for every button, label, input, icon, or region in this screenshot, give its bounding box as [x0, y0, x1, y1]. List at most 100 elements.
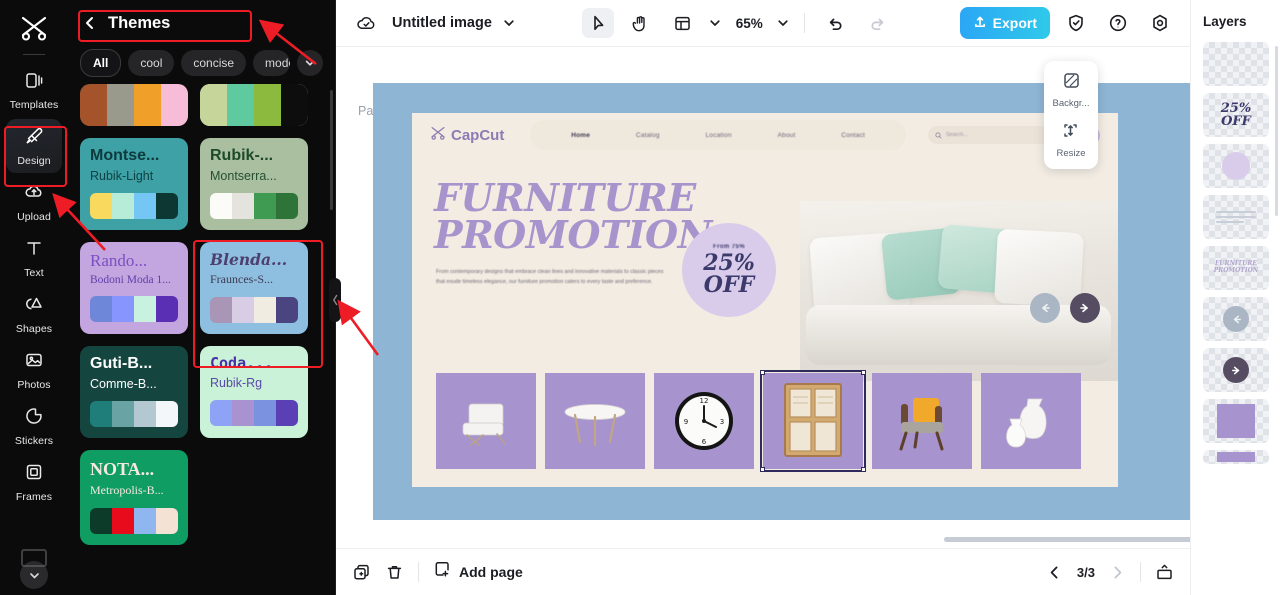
- layer-headline[interactable]: FURNITURE PROMOTION: [1203, 246, 1269, 290]
- panel-collapse-handle[interactable]: [329, 278, 341, 322]
- theme-card-title: NOTA...: [90, 459, 155, 479]
- layer-partial[interactable]: [1203, 450, 1269, 464]
- layer-circle-badge[interactable]: [1203, 144, 1269, 188]
- selection-handle[interactable]: [760, 370, 765, 375]
- filter-chip-cool[interactable]: cool: [128, 50, 175, 76]
- product-tile-lounge-chair[interactable]: [436, 373, 536, 469]
- cursor-arrow-icon[interactable]: [582, 8, 615, 38]
- product-tile-display-cabinet[interactable]: [760, 370, 866, 472]
- carousel-arrows: [1030, 293, 1100, 323]
- top-toolbar: Untitled image 65% Export: [336, 0, 1190, 47]
- theme-card-blenda[interactable]: Blenda... Fraunces-S...: [200, 241, 308, 335]
- present-icon[interactable]: [1155, 563, 1174, 582]
- add-page-label: Add page: [459, 564, 523, 580]
- themes-panel: Themes All cool concise moder: [68, 0, 341, 595]
- sidebar-item-text[interactable]: Text: [6, 231, 62, 285]
- sidebar-item-stickers[interactable]: Stickers: [6, 399, 62, 453]
- horizontal-scrollbar[interactable]: [944, 537, 1190, 542]
- cloud-check-icon[interactable]: [350, 8, 382, 38]
- capcut-logo-icon[interactable]: [12, 8, 56, 48]
- theme-card-guti[interactable]: Guti-B... Comme-B...: [80, 346, 188, 438]
- layer-arrow-right[interactable]: [1203, 348, 1269, 392]
- design-nav-item: Catalog: [635, 131, 660, 139]
- layer-purple-square[interactable]: [1203, 399, 1269, 443]
- add-page-button[interactable]: Add page: [433, 560, 523, 584]
- product-tile-round-table[interactable]: [545, 373, 645, 469]
- resize-button[interactable]: Resize: [1056, 121, 1086, 159]
- sidebar-item-design[interactable]: Design: [6, 119, 62, 173]
- frames-icon: [24, 462, 44, 487]
- hand-icon[interactable]: [624, 8, 656, 38]
- product-tile-armchair[interactable]: [872, 373, 972, 469]
- filter-chip-all[interactable]: All: [80, 49, 122, 77]
- theme-card[interactable]: [200, 84, 308, 126]
- layer-blank-top[interactable]: [1203, 42, 1269, 86]
- layers-list[interactable]: 25% OFF FURNITURE PROMOTION: [1191, 42, 1280, 544]
- design-body-text: From contemporary designs that embrace c…: [436, 269, 664, 286]
- badge-top-text: From 75%: [713, 244, 745, 250]
- zoom-level[interactable]: 65%: [732, 16, 766, 31]
- layout-icon[interactable]: [666, 8, 698, 38]
- filter-chip-concise[interactable]: concise: [181, 50, 247, 76]
- themes-scrollbar[interactable]: [330, 90, 333, 210]
- gear-icon[interactable]: [1144, 8, 1176, 38]
- chevron-down-icon[interactable]: [776, 16, 790, 30]
- product-tile-wall-clock[interactable]: 12 3 6 9: [654, 373, 754, 469]
- left-nav-rail: Templates Design Upload Text Shapes Phot…: [0, 0, 68, 595]
- trash-icon[interactable]: [385, 563, 404, 582]
- sidebar-item-frames[interactable]: Frames: [6, 455, 62, 509]
- svg-text:6: 6: [702, 438, 707, 446]
- canvas-area[interactable]: Page 3: [336, 47, 1190, 548]
- layer-thumb: FURNITURE PROMOTION: [1214, 260, 1259, 275]
- chevron-down-icon[interactable]: [502, 16, 516, 30]
- design-brand-label: CapCut: [451, 126, 505, 144]
- question-circle-icon[interactable]: [1102, 8, 1134, 38]
- export-button[interactable]: Export: [959, 7, 1050, 39]
- theme-card-montserrat[interactable]: Montse... Rubik-Light: [80, 138, 188, 230]
- layer-text-line2: OFF: [1221, 114, 1251, 129]
- background-button[interactable]: Backgr...: [1053, 71, 1089, 109]
- sidebar-item-upload[interactable]: Upload: [6, 175, 62, 229]
- next-page-button[interactable]: [1109, 564, 1126, 581]
- badge-line1: 25%: [703, 250, 755, 276]
- shapes-icon: [24, 294, 44, 319]
- chevron-down-icon[interactable]: [297, 50, 323, 76]
- product-tiles: 12 3 6 9: [436, 370, 1081, 472]
- layer-paragraph[interactable]: [1203, 195, 1269, 239]
- svg-text:9: 9: [684, 418, 688, 426]
- back-button[interactable]: [82, 15, 98, 31]
- layer-25-off-text[interactable]: 25% OFF: [1203, 93, 1269, 137]
- design-nav-item: Location: [705, 131, 732, 139]
- selection-handle[interactable]: [760, 467, 765, 472]
- redo-icon[interactable]: [861, 8, 893, 38]
- selection-handle[interactable]: [861, 370, 866, 375]
- artboard[interactable]: CapCut Home Catalog Location About Conta…: [412, 113, 1118, 487]
- design-headline-line2: PROMOTION: [434, 212, 712, 258]
- layer-thumb: [1217, 404, 1255, 438]
- chevron-down-icon[interactable]: [708, 16, 722, 30]
- theme-card-nota[interactable]: NOTA... Metropolis-B...: [80, 449, 188, 545]
- shield-check-icon[interactable]: [1060, 8, 1092, 38]
- undo-icon[interactable]: [819, 8, 851, 38]
- prev-page-button[interactable]: [1046, 564, 1063, 581]
- theme-swatches: [90, 192, 178, 219]
- duplicate-page-icon[interactable]: [352, 563, 371, 582]
- filter-chip-modern[interactable]: moder: [253, 50, 290, 76]
- theme-card-random[interactable]: Rando... Bodoni Moda 1...: [80, 241, 188, 335]
- theme-swatches: [210, 192, 298, 219]
- sidebar-item-templates[interactable]: Templates: [6, 63, 62, 117]
- document-name[interactable]: Untitled image: [392, 15, 492, 31]
- theme-card-rubik[interactable]: Rubik-... Montserra...: [200, 138, 308, 230]
- sidebar-item-shapes[interactable]: Shapes: [6, 287, 62, 341]
- layer-arrow-left[interactable]: [1203, 297, 1269, 341]
- theme-card-title: Rubik-...: [210, 148, 274, 164]
- layers-scrollbar[interactable]: [1275, 46, 1278, 216]
- arrow-left-icon[interactable]: [1030, 293, 1060, 323]
- theme-card-coda[interactable]: Coda... Rubik-Rg: [200, 346, 308, 438]
- sidebar-item-label: Photos: [17, 378, 51, 391]
- arrow-right-icon[interactable]: [1070, 293, 1100, 323]
- product-tile-vases[interactable]: [981, 373, 1081, 469]
- selection-handle[interactable]: [861, 467, 866, 472]
- sidebar-item-photos[interactable]: Photos: [6, 343, 62, 397]
- theme-card[interactable]: [80, 84, 188, 126]
